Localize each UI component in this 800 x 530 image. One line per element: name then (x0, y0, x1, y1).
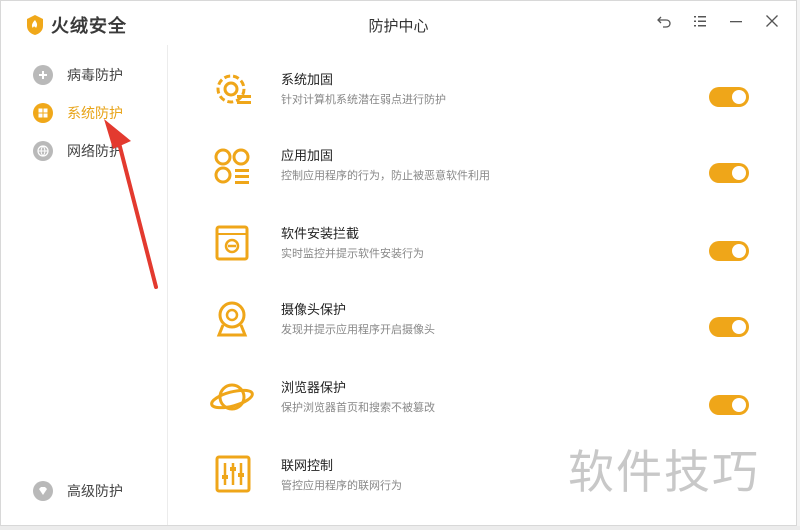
close-icon (766, 15, 778, 27)
feature-title: 软件安装拦截 (281, 227, 360, 242)
window-shadow (0, 526, 800, 530)
install-interception-toggle[interactable] (709, 241, 749, 261)
feature-title: 摄像头保护 (281, 303, 347, 318)
feature-title: 浏览器保护 (281, 381, 347, 396)
sidebar-item-label: 系统防护 (67, 106, 123, 122)
sidebar-item-system-protection[interactable]: 系统防护 (33, 103, 123, 123)
back-button[interactable] (656, 13, 672, 29)
undo-icon (657, 16, 671, 28)
feature-title: 联网控制 (281, 459, 334, 474)
app-grid-icon (214, 148, 250, 184)
globe-icon (33, 141, 53, 161)
feature-install-interception: 软件安装拦截 实时监控并提示软件安装行为 (209, 221, 769, 281)
gear-lock-icon (216, 74, 251, 104)
minimize-icon (730, 21, 742, 23)
app-hardening-toggle[interactable] (709, 163, 749, 183)
sliders-icon (215, 455, 251, 493)
sidebar-item-network-protection[interactable]: 网络防护 (33, 141, 123, 161)
install-box-icon (215, 225, 249, 261)
feature-description: 控制应用程序的行为，防止被恶意软件利用 (281, 169, 490, 182)
system-hardening-toggle[interactable] (709, 87, 749, 107)
windows-icon (33, 103, 53, 123)
planet-icon (210, 383, 254, 411)
browser-protection-toggle[interactable] (709, 395, 749, 415)
menu-button[interactable] (692, 13, 708, 29)
feature-title: 系统加固 (281, 73, 334, 88)
diamond-icon (33, 481, 53, 501)
minimize-button[interactable] (728, 13, 744, 29)
sidebar-item-label: 高级防护 (67, 484, 123, 500)
feature-description: 保护浏览器首页和搜索不被篡改 (281, 401, 435, 414)
watermark-text: 软件技巧 (568, 445, 760, 499)
title-bar: 火绒安全 防护中心 (1, 1, 796, 45)
close-button[interactable] (764, 13, 780, 29)
webcam-icon (216, 301, 248, 337)
feature-webcam-protection: 摄像头保护 发现并提示应用程序开启摄像头 (209, 297, 769, 357)
sidebar-item-advanced-protection[interactable]: 高级防护 (33, 481, 123, 501)
menu-list-icon (694, 16, 706, 27)
feature-system-hardening: 系统加固 针对计算机系统潜在弱点进行防护 (209, 67, 769, 127)
feature-title: 应用加固 (281, 149, 334, 164)
feature-description: 管控应用程序的联网行为 (281, 479, 402, 492)
feature-description: 实时监控并提示软件安装行为 (281, 247, 424, 260)
feature-description: 针对计算机系统潜在弱点进行防护 (281, 93, 446, 106)
window-controls (656, 13, 780, 29)
sidebar-item-label: 病毒防护 (67, 68, 123, 84)
shield-plus-icon (33, 65, 53, 85)
feature-description: 发现并提示应用程序开启摄像头 (281, 323, 435, 336)
sidebar-item-label: 网络防护 (67, 144, 123, 160)
sidebar-item-virus-protection[interactable]: 病毒防护 (33, 65, 123, 85)
webcam-protection-toggle[interactable] (709, 317, 749, 337)
feature-app-hardening: 应用加固 控制应用程序的行为，防止被恶意软件利用 (209, 143, 769, 203)
sidebar: 病毒防护 系统防护 网络防护 高级防护 (1, 45, 168, 525)
